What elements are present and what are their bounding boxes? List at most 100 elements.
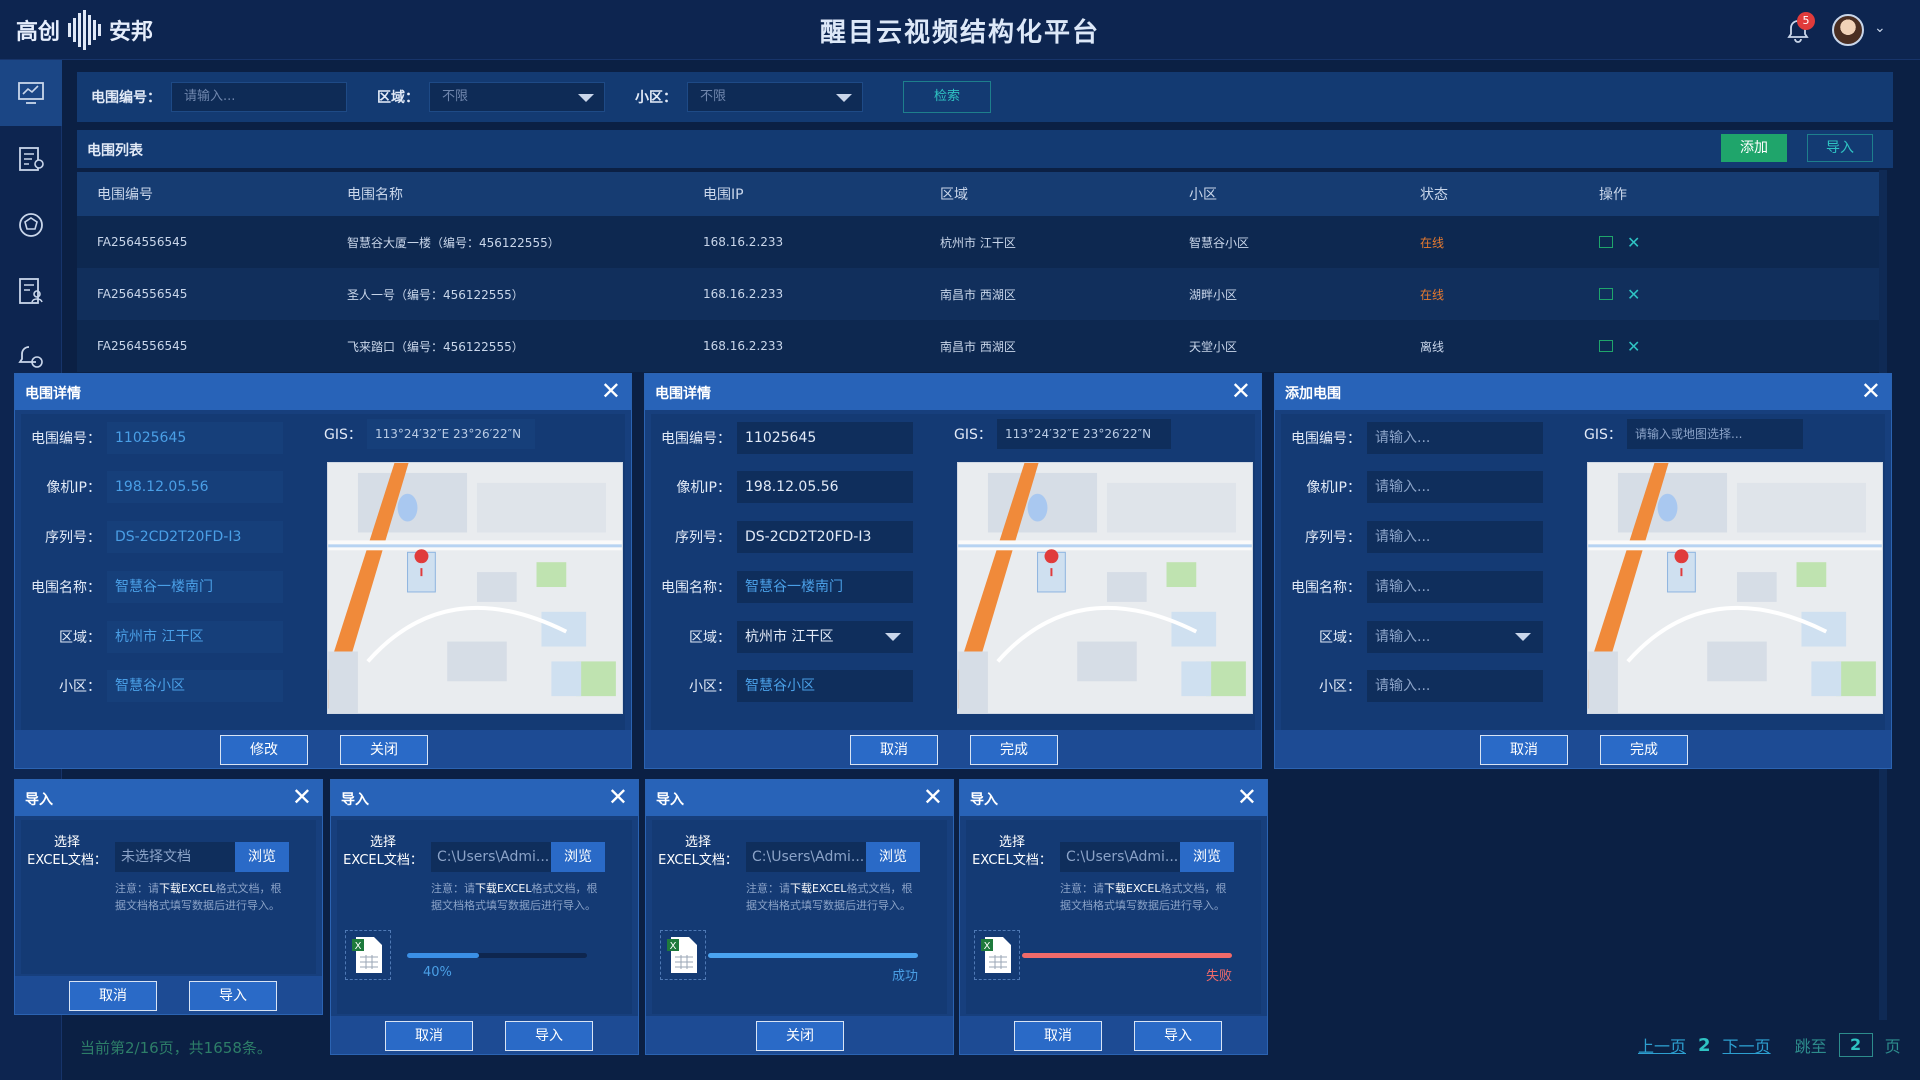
file-path-input[interactable]: 未选择文档 xyxy=(115,842,235,872)
delete-icon[interactable]: ✕ xyxy=(1627,285,1640,304)
browse-button[interactable]: 浏览 xyxy=(866,842,920,872)
community-input[interactable]: 智慧谷小区 xyxy=(737,670,913,702)
fence-name-input[interactable]: 智慧谷一楼南门 xyxy=(737,571,913,603)
close-button[interactable]: 关闭 xyxy=(340,735,428,765)
edit-icon[interactable] xyxy=(1599,340,1613,352)
field-label: 小区： xyxy=(689,679,731,695)
download-template-link[interactable]: 下载EXCEL xyxy=(790,882,846,895)
done-button[interactable]: 完成 xyxy=(970,735,1058,765)
import-note: 注意：请下载EXCEL格式文档，根 据文档格式填写数据后进行导入。 xyxy=(115,880,315,914)
camera-ip-input[interactable]: 198.12.05.56 xyxy=(737,471,913,503)
gis-input[interactable]: 113°24′32″E 23°26′22″N xyxy=(997,419,1171,449)
close-icon[interactable]: ✕ xyxy=(923,784,943,810)
table-row[interactable]: FA2564556545 智慧谷大厦一楼（编号：456122555） 168.1… xyxy=(77,216,1879,268)
community-input[interactable]: 请输入... xyxy=(1367,670,1543,702)
import-confirm-button[interactable]: 导入 xyxy=(189,981,277,1011)
gis-input[interactable]: 请输入或地图选择... xyxy=(1627,419,1803,449)
edit-icon[interactable] xyxy=(1599,288,1613,300)
cell-region: 南昌市 西湖区 xyxy=(940,339,1016,354)
delete-icon[interactable]: ✕ xyxy=(1627,233,1640,252)
cell-fence-id: FA2564556545 xyxy=(97,235,188,249)
file-path-input[interactable]: C:\Users\Admi... xyxy=(1060,842,1180,872)
file-path-input[interactable]: C:\Users\Admi... xyxy=(431,842,551,872)
sidebar-item-list-settings[interactable] xyxy=(0,126,62,192)
field-label: 小区： xyxy=(59,679,101,695)
cancel-button[interactable]: 取消 xyxy=(1014,1021,1102,1051)
fence-id-input[interactable]: 11025645 xyxy=(737,422,913,454)
fence-id-input[interactable]: 请输入... xyxy=(1367,422,1543,454)
import-button[interactable]: 导入 xyxy=(1807,134,1873,162)
fence-id-input[interactable]: 请输入... xyxy=(171,82,347,112)
map-image[interactable] xyxy=(957,462,1253,714)
add-button[interactable]: 添加 xyxy=(1721,134,1787,162)
field-row: 区域： 杭州市 江干区 xyxy=(651,621,913,653)
close-icon[interactable]: ✕ xyxy=(1861,378,1881,404)
cancel-button[interactable]: 取消 xyxy=(1480,735,1568,765)
close-button[interactable]: 关闭 xyxy=(756,1021,844,1051)
cancel-button[interactable]: 取消 xyxy=(385,1021,473,1051)
jump-page-input[interactable]: 2 xyxy=(1838,1033,1873,1057)
next-page-link[interactable]: 下一页 xyxy=(1723,1033,1771,1057)
close-icon[interactable]: ✕ xyxy=(601,378,621,404)
progress-text: 成功 xyxy=(892,969,919,984)
import-confirm-button[interactable]: 导入 xyxy=(1134,1021,1222,1051)
camera-ip-input[interactable]: 请输入... xyxy=(1367,471,1543,503)
serial-input[interactable]: 请输入... xyxy=(1367,521,1543,553)
browse-button[interactable]: 浏览 xyxy=(235,842,289,872)
fence-name-input[interactable]: 请输入... xyxy=(1367,571,1543,603)
row-actions: ✕ xyxy=(1599,285,1799,304)
search-button[interactable]: 检索 xyxy=(903,81,991,113)
region-select[interactable]: 不限 xyxy=(429,82,605,112)
region-select[interactable]: 杭州市 江干区 xyxy=(737,621,913,653)
note-text-2: 格式文档，根 xyxy=(215,882,282,895)
serial-input[interactable]: DS-2CD2T20FD-I3 xyxy=(737,521,913,553)
cancel-button[interactable]: 取消 xyxy=(69,981,157,1011)
edit-button[interactable]: 修改 xyxy=(220,735,308,765)
map-image[interactable] xyxy=(1587,462,1883,714)
progress-bar xyxy=(708,953,918,958)
row-actions: ✕ xyxy=(1599,233,1799,252)
field-row: 序列号： 请输入... xyxy=(1281,521,1543,553)
table-row[interactable]: FA2564556545 圣人一号（编号：456122555） 168.16.2… xyxy=(77,268,1879,320)
field-label: 像机IP： xyxy=(46,480,101,496)
sidebar-item-document-user[interactable] xyxy=(0,258,62,324)
dialog-footer: 修改 关闭 xyxy=(15,730,631,768)
dialog-header: 导入 ✕ xyxy=(15,780,322,816)
community-select[interactable]: 不限 xyxy=(687,82,863,112)
chevron-down-icon[interactable]: ⌄ xyxy=(1874,20,1886,36)
dialog-footer: 取消 导入 xyxy=(960,1016,1267,1054)
prev-page-link[interactable]: 上一页 xyxy=(1638,1033,1686,1057)
delete-icon[interactable]: ✕ xyxy=(1627,337,1640,356)
cancel-button[interactable]: 取消 xyxy=(850,735,938,765)
close-icon[interactable]: ✕ xyxy=(1237,784,1257,810)
field-label: 区域： xyxy=(59,630,101,646)
avatar[interactable] xyxy=(1832,14,1864,46)
import-note: 注意：请下载EXCEL格式文档，根 据文档格式填写数据后进行导入。 xyxy=(431,880,631,914)
field-row: 区域： 请输入... xyxy=(1281,621,1543,653)
sidebar-item-monitor[interactable] xyxy=(0,60,62,126)
download-template-link[interactable]: 下载EXCEL xyxy=(159,882,215,895)
note-text-3: 据文档格式填写数据后进行导入。 xyxy=(746,899,911,912)
sidebar-item-target[interactable] xyxy=(0,192,62,258)
field-label: 电围编号： xyxy=(661,431,731,447)
column-header: 电围编号 xyxy=(97,187,153,203)
cell-region: 南昌市 西湖区 xyxy=(940,287,1016,302)
map-image[interactable] xyxy=(327,462,623,714)
select-file-label: 选择 EXCEL文档： xyxy=(654,834,742,870)
file-path-input[interactable]: C:\Users\Admi... xyxy=(746,842,866,872)
list-settings-icon xyxy=(19,147,44,171)
region-select[interactable]: 请输入... xyxy=(1367,621,1543,653)
close-icon[interactable]: ✕ xyxy=(292,784,312,810)
close-icon[interactable]: ✕ xyxy=(1231,378,1251,404)
import-confirm-button[interactable]: 导入 xyxy=(505,1021,593,1051)
done-button[interactable]: 完成 xyxy=(1600,735,1688,765)
browse-button[interactable]: 浏览 xyxy=(551,842,605,872)
dialog-body: 选择 EXCEL文档： C:\Users\Admi... 浏览 注意：请下载EXC… xyxy=(337,820,632,1014)
dialog-footer: 取消 完成 xyxy=(1275,730,1891,768)
download-template-link[interactable]: 下载EXCEL xyxy=(475,882,531,895)
table-row[interactable]: FA2564556545 飞来踏口（编号：456122555） 168.16.2… xyxy=(77,320,1879,372)
close-icon[interactable]: ✕ xyxy=(608,784,628,810)
edit-icon[interactable] xyxy=(1599,236,1613,248)
download-template-link[interactable]: 下载EXCEL xyxy=(1104,882,1160,895)
browse-button[interactable]: 浏览 xyxy=(1180,842,1234,872)
